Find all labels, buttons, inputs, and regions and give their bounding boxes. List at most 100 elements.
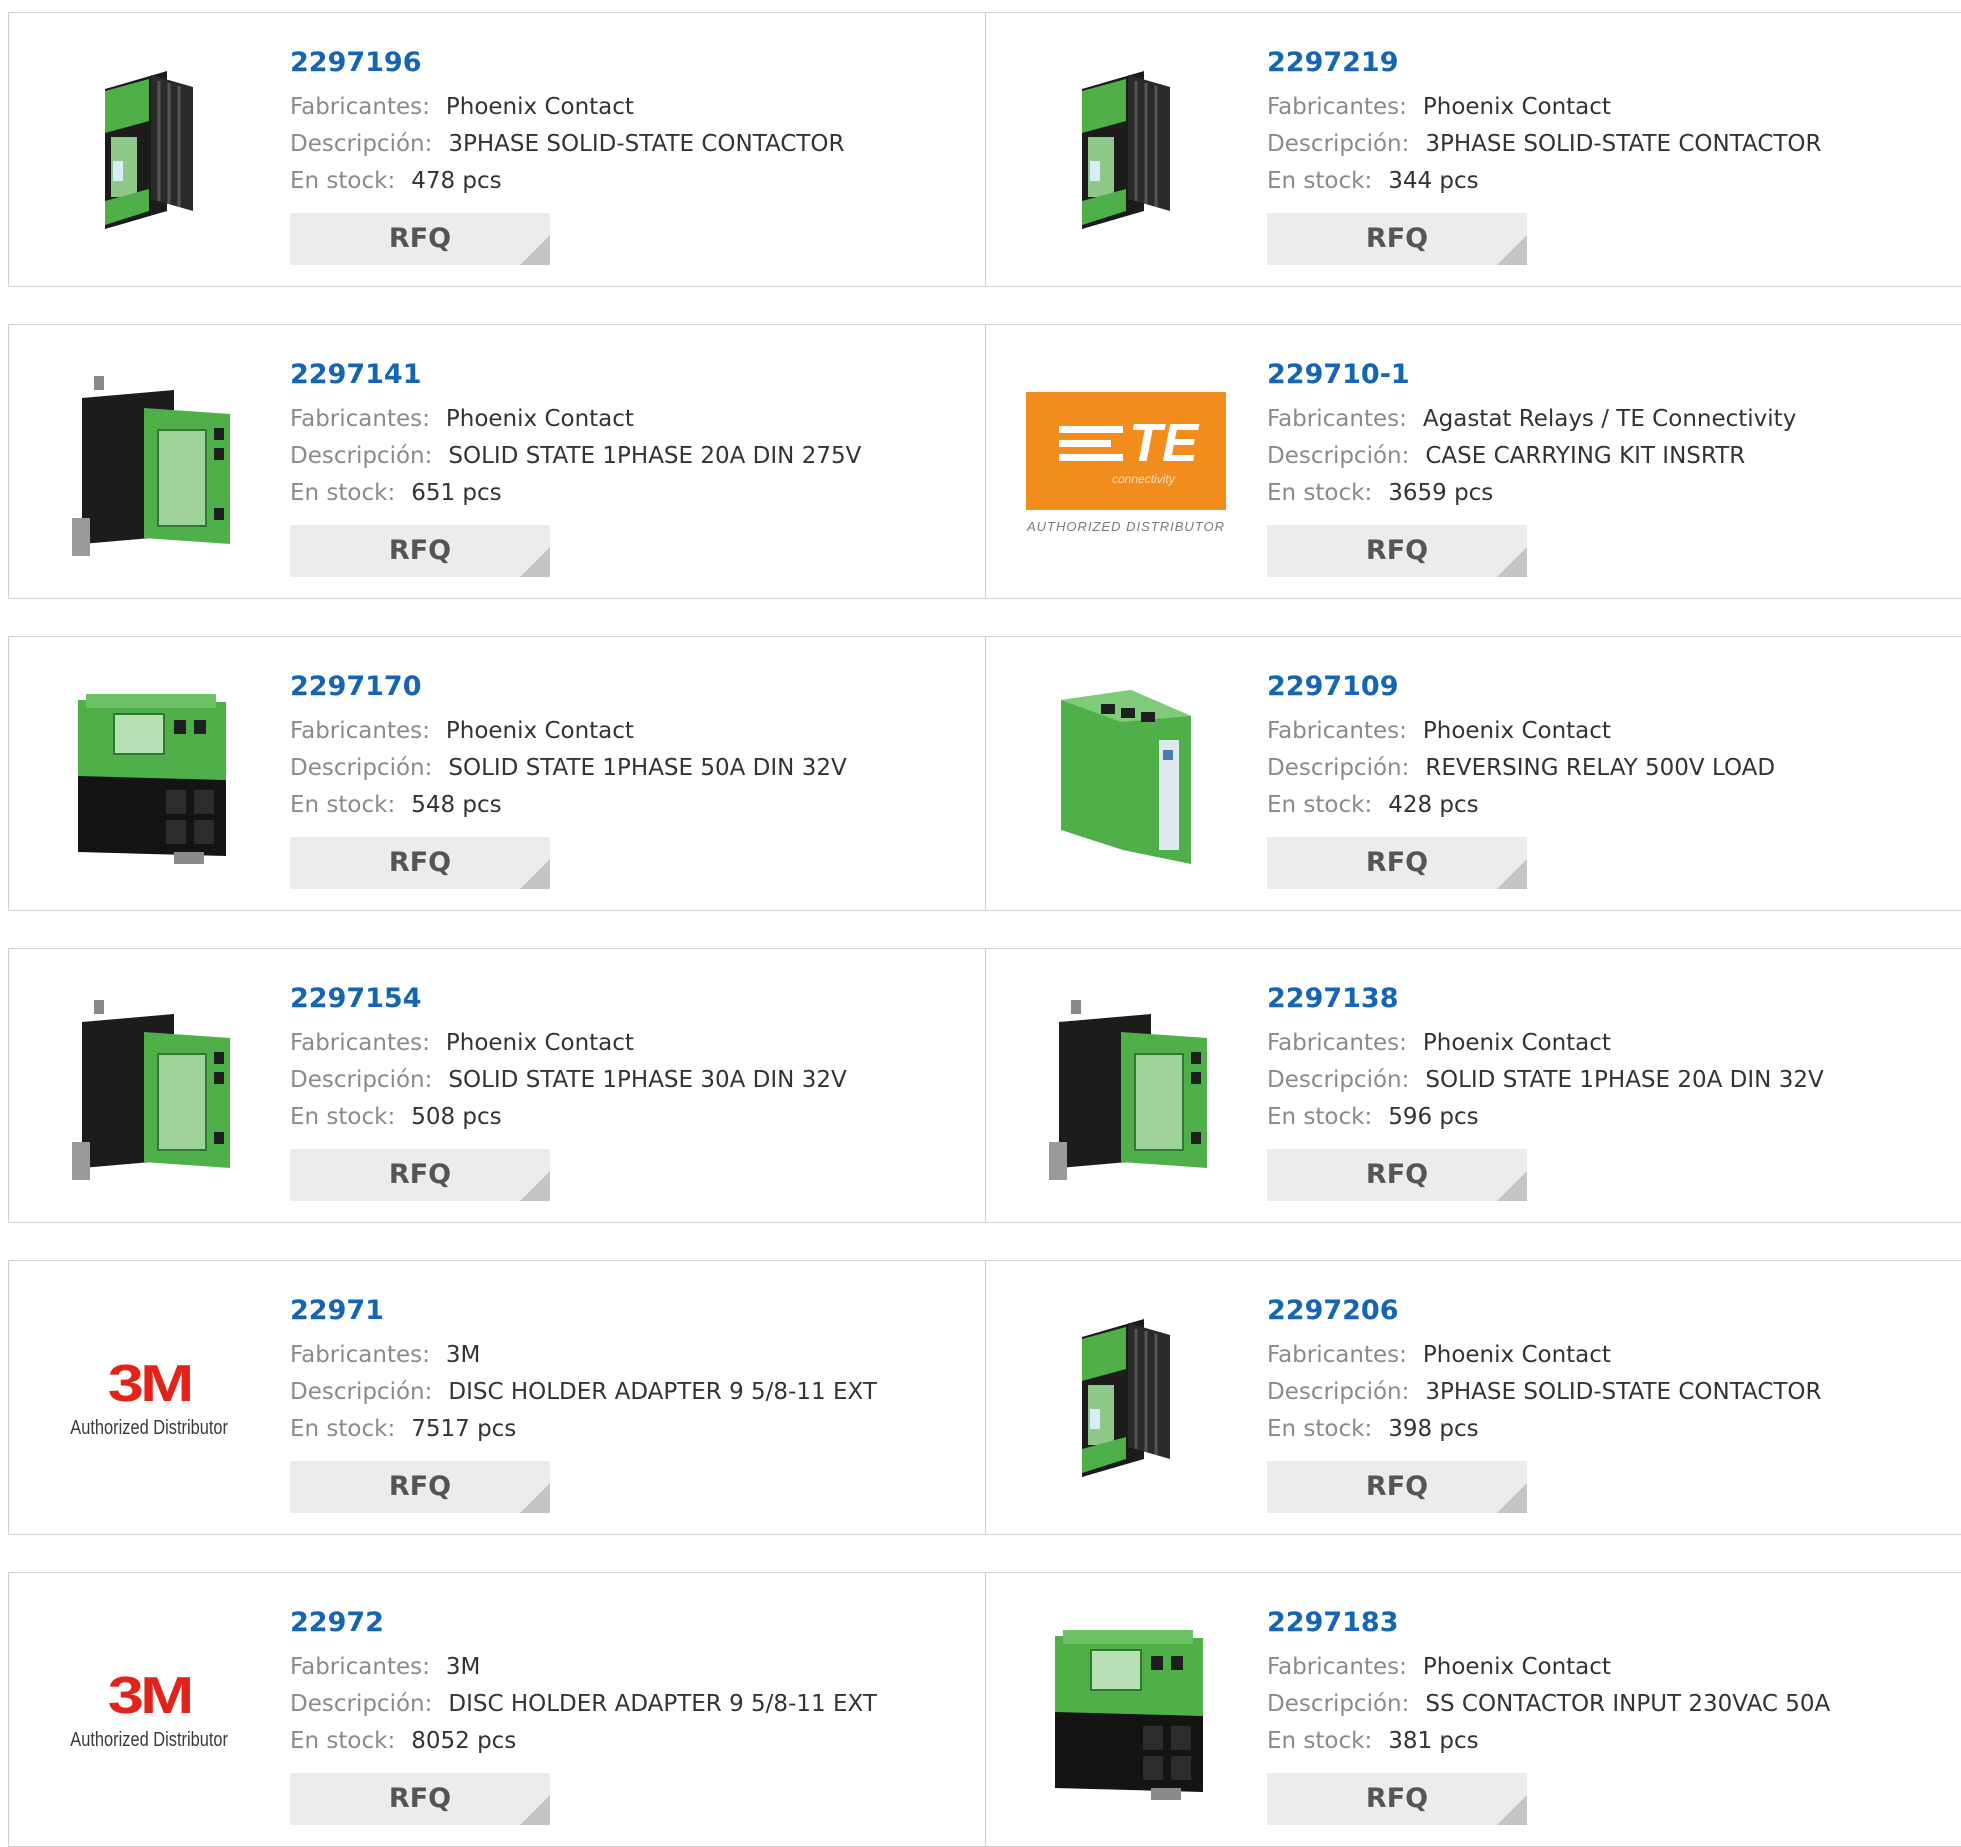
description-label: Descripción: xyxy=(290,755,433,781)
part-number-link[interactable]: 2297109 xyxy=(1267,667,1927,707)
authorized-distributor-caption: Authorized Distributor xyxy=(70,1729,228,1751)
stock-value: 381 pcs xyxy=(1388,1728,1479,1754)
manufacturer-value: Phoenix Contact xyxy=(1422,1030,1611,1056)
rfq-label: RFQ xyxy=(388,1783,452,1814)
rfq-corner-triangle xyxy=(1497,859,1527,889)
part-number-link[interactable]: 22971 xyxy=(290,1291,950,1331)
description-row: Descripción: REVERSING RELAY 500V LOAD xyxy=(1267,750,1927,787)
rfq-button[interactable]: RFQ xyxy=(290,525,550,577)
product-info: 2297154 Fabricantes: Phoenix Contact Desc… xyxy=(290,979,950,1201)
description-label: Descripción: xyxy=(290,1067,433,1093)
3m-logo: 3M Authorized Distributor xyxy=(53,1358,245,1440)
product-card: 2297138 Fabricantes: Phoenix Contact Desc… xyxy=(986,948,1961,1223)
description-label: Descripción: xyxy=(1267,131,1410,157)
manufacturer-row: Fabricantes: Phoenix Contact xyxy=(1267,713,1927,750)
description-value: DISC HOLDER ADAPTER 9 5/8-11 EXT xyxy=(448,1379,877,1405)
manufacturer-row: Fabricantes: Phoenix Contact xyxy=(1267,1025,1927,1062)
manufacturer-label: Fabricantes: xyxy=(290,94,430,120)
3m-logo-mark: 3M xyxy=(107,1355,195,1413)
product-image[interactable] xyxy=(1026,1299,1226,1499)
product-card: TE connectivity AUTHORIZED DISTRIBUTOR 229… xyxy=(986,324,1961,599)
rfq-corner-triangle xyxy=(1497,547,1527,577)
rfq-button[interactable]: RFQ xyxy=(1267,213,1527,265)
te-logo-mark: TE xyxy=(1129,413,1199,473)
part-number-link[interactable]: 22972 xyxy=(290,1603,950,1643)
stock-row: En stock: 344 pcs xyxy=(1267,163,1927,200)
description-row: Descripción: 3PHASE SOLID-STATE CONTACTOR xyxy=(1267,126,1927,163)
rfq-label: RFQ xyxy=(1365,1783,1429,1814)
rfq-button[interactable]: RFQ xyxy=(290,837,550,889)
te-logo-box: TE connectivity xyxy=(1026,392,1226,510)
product-info: 22972 Fabricantes: 3M Descripción: DISC HO… xyxy=(290,1603,950,1825)
stock-label: En stock: xyxy=(1267,1104,1373,1130)
stock-label: En stock: xyxy=(290,480,396,506)
stock-row: En stock: 3659 pcs xyxy=(1267,475,1927,512)
description-row: Descripción: SS CONTACTOR INPUT 230VAC 50… xyxy=(1267,1686,1927,1723)
stock-value: 7517 pcs xyxy=(411,1416,517,1442)
part-number-link[interactable]: 229710-1 xyxy=(1267,355,1927,395)
part-number-link[interactable]: 2297170 xyxy=(290,667,950,707)
relay-module-image xyxy=(105,71,193,229)
rfq-button[interactable]: RFQ xyxy=(290,1149,550,1201)
description-label: Descripción: xyxy=(1267,755,1410,781)
rfq-button[interactable]: RFQ xyxy=(1267,525,1527,577)
rfq-button[interactable]: RFQ xyxy=(1267,837,1527,889)
part-number-link[interactable]: 2297206 xyxy=(1267,1291,1927,1331)
stock-value: 508 pcs xyxy=(411,1104,502,1130)
product-image[interactable] xyxy=(1026,1611,1226,1811)
rfq-corner-triangle xyxy=(1497,1483,1527,1513)
rfq-button[interactable]: RFQ xyxy=(290,213,550,265)
rfq-corner-triangle xyxy=(1497,1171,1527,1201)
stock-value: 344 pcs xyxy=(1388,168,1479,194)
product-card: 2297154 Fabricantes: Phoenix Contact Desc… xyxy=(8,948,986,1223)
rfq-button[interactable]: RFQ xyxy=(290,1773,550,1825)
part-number-link[interactable]: 2297138 xyxy=(1267,979,1927,1019)
product-image[interactable] xyxy=(49,51,249,251)
rfq-label: RFQ xyxy=(388,535,452,566)
part-number-link[interactable]: 2297141 xyxy=(290,355,950,395)
stock-label: En stock: xyxy=(290,1728,396,1754)
stock-label: En stock: xyxy=(290,168,396,194)
relay-module-image xyxy=(1082,71,1170,229)
manufacturer-row: Fabricantes: Phoenix Contact xyxy=(1267,89,1927,126)
rfq-label: RFQ xyxy=(388,1159,452,1190)
description-label: Descripción: xyxy=(1267,443,1410,469)
part-number-link[interactable]: 2297154 xyxy=(290,979,950,1019)
relay-module-image xyxy=(78,694,226,864)
stock-value: 548 pcs xyxy=(411,792,502,818)
product-image[interactable]: 3M Authorized Distributor xyxy=(49,1299,249,1499)
stock-value: 3659 pcs xyxy=(1388,480,1494,506)
description-value: 3PHASE SOLID-STATE CONTACTOR xyxy=(1425,1379,1822,1405)
part-number-link[interactable]: 2297183 xyxy=(1267,1603,1927,1643)
rfq-button[interactable]: RFQ xyxy=(1267,1461,1527,1513)
manufacturer-label: Fabricantes: xyxy=(1267,1654,1407,1680)
product-image[interactable] xyxy=(1026,675,1226,875)
product-image[interactable]: TE connectivity AUTHORIZED DISTRIBUTOR xyxy=(1026,363,1226,563)
authorized-distributor-caption: AUTHORIZED DISTRIBUTOR xyxy=(1027,519,1225,534)
manufacturer-label: Fabricantes: xyxy=(290,406,430,432)
product-image[interactable] xyxy=(1026,987,1226,1187)
description-row: Descripción: SOLID STATE 1PHASE 50A DIN 3… xyxy=(290,750,950,787)
product-card: 2297170 Fabricantes: Phoenix Contact Desc… xyxy=(8,636,986,911)
description-row: Descripción: DISC HOLDER ADAPTER 9 5/8-11… xyxy=(290,1686,950,1723)
product-image[interactable] xyxy=(49,675,249,875)
manufacturer-label: Fabricantes: xyxy=(1267,94,1407,120)
rfq-button[interactable]: RFQ xyxy=(1267,1773,1527,1825)
te-logo-stripes xyxy=(1059,426,1123,468)
part-number-link[interactable]: 2297219 xyxy=(1267,43,1927,83)
rfq-corner-triangle xyxy=(520,859,550,889)
description-label: Descripción: xyxy=(1267,1379,1410,1405)
product-image[interactable] xyxy=(49,363,249,563)
stock-label: En stock: xyxy=(290,1416,396,1442)
product-card: 2297196 Fabricantes: Phoenix Contact Desc… xyxy=(8,12,986,287)
description-row: Descripción: 3PHASE SOLID-STATE CONTACTOR xyxy=(1267,1374,1927,1411)
product-image[interactable] xyxy=(49,987,249,1187)
product-image[interactable] xyxy=(1026,51,1226,251)
product-image[interactable]: 3M Authorized Distributor xyxy=(49,1611,249,1811)
rfq-button[interactable]: RFQ xyxy=(290,1461,550,1513)
description-row: Descripción: 3PHASE SOLID-STATE CONTACTOR xyxy=(290,126,950,163)
rfq-label: RFQ xyxy=(388,1471,452,1502)
stock-value: 596 pcs xyxy=(1388,1104,1479,1130)
part-number-link[interactable]: 2297196 xyxy=(290,43,950,83)
rfq-button[interactable]: RFQ xyxy=(1267,1149,1527,1201)
